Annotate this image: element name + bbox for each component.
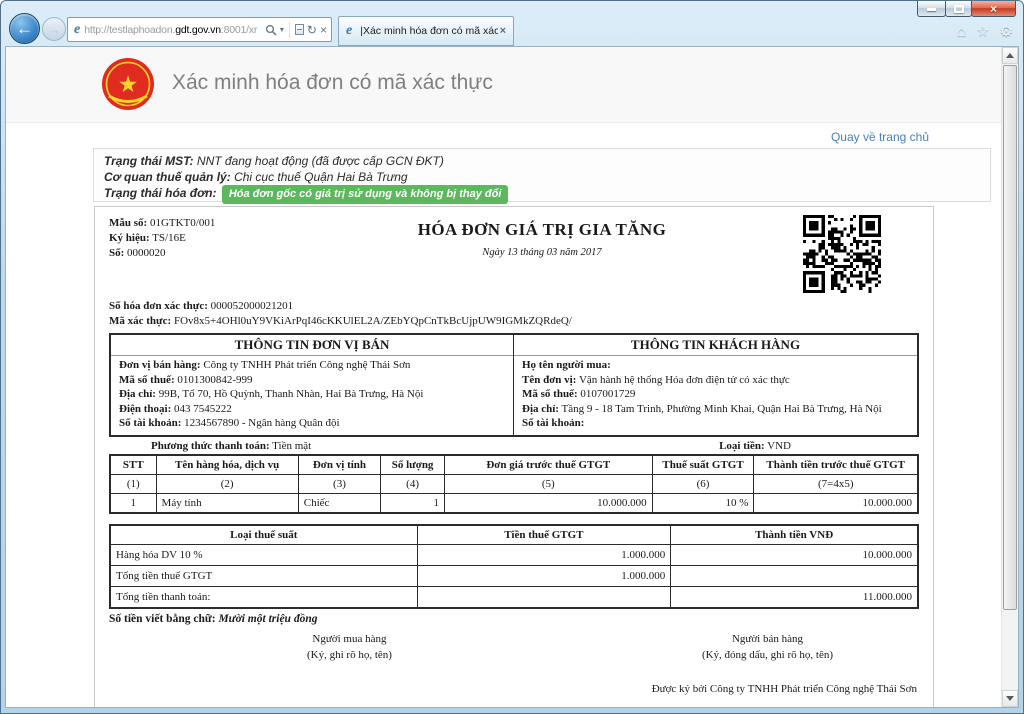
invoice-document: Mẫu số: 01GTKT0/001 Ký hiệu: TS/16E Số: …: [94, 206, 934, 708]
seller-row: Điện thoại: 043 7545222: [119, 402, 505, 417]
back-button[interactable]: ←: [9, 13, 40, 44]
invoice-status-badge: Hóa đơn gốc có giá trị sử dụng và không …: [222, 185, 509, 204]
scroll-up-icon: [1006, 53, 1014, 58]
amount-in-words: Số tiền viết bằng chữ: Mười một triệu đồ…: [109, 613, 919, 625]
divider: [289, 22, 290, 38]
scroll-down-button[interactable]: [1002, 690, 1018, 707]
seller-row: Số tài khoản: 1234567890 - Ngân hàng Quâ…: [119, 416, 505, 431]
items-index-row: (1)(2)(3)(4)(5)(6)(7=4x5): [110, 474, 918, 493]
tax-header-row: Loại thuế suấtTiền thuế GTGTThành tiền V…: [110, 525, 918, 545]
buyer-heading: THÔNG TIN KHÁCH HÀNG: [514, 335, 917, 356]
item-row: 1Máy tínhChiếc110.000.00010 %10.000.000: [110, 493, 918, 513]
maximize-icon: [954, 5, 964, 13]
status-line-invoice: Trạng thái hóa đơn: Hóa đơn gốc có giá t…: [104, 185, 980, 204]
home-page-link[interactable]: Quay về trang chủ: [831, 130, 929, 144]
digital-signature-note: Được ký bởi Công ty TNHH Phát triển Công…: [109, 683, 919, 695]
maximize-button[interactable]: [945, 1, 972, 17]
tab-title: |Xác minh hóa đơn có mã xác...: [360, 25, 497, 37]
url-text[interactable]: http://testlaphoadon.gdt.gov.vn:8001/xr: [84, 24, 265, 36]
tab-favicon-icon: e: [346, 24, 352, 38]
currency: Loại tiền: VND: [719, 440, 791, 452]
status-line-agency: Cơ quan thuế quản lý: Chi cục thuế Quận …: [104, 169, 980, 185]
tax-summary-table: Loại thuế suấtTiền thuế GTGTThành tiền V…: [109, 524, 919, 609]
forward-button[interactable]: →: [42, 17, 66, 41]
tax-row: Tổng tiền thuế GTGT1.000.000: [110, 565, 918, 586]
buyer-row: Địa chỉ: Tầng 9 - 18 Tam Trinh, Phường M…: [522, 402, 909, 417]
tax-total-row: Tổng tiền thanh toán:11.000.000: [110, 586, 918, 608]
buyer-row: Số tài khoản:: [522, 416, 909, 431]
search-icon[interactable]: [265, 24, 277, 36]
auth-invoice-number: Số hóa đơn xác thực: 000052000021201: [109, 299, 919, 314]
close-icon: ×: [990, 3, 997, 15]
payment-method: Phương thức thanh toán: Tiền mặt: [151, 440, 311, 452]
auth-code: Mã xác thực: FOv8x5+4OHl0uY9VKiArPqI46cK…: [109, 314, 919, 329]
seller-signature-block: Người bán hàng (Ký, đóng dấu, ghi rõ họ,…: [702, 631, 833, 663]
seller-row: Mã số thuế: 0101300842-999: [119, 373, 505, 388]
stop-icon[interactable]: ×: [320, 24, 327, 36]
invoice-date: Ngày 13 tháng 03 năm 2017: [281, 247, 803, 258]
seller-heading: THÔNG TIN ĐƠN VỊ BÁN: [111, 335, 513, 356]
verification-status-box: Trạng thái MST: NNT đang hoạt động (đã đ…: [93, 148, 991, 202]
page-title: Xác minh hóa đơn có mã xác thực: [172, 71, 493, 95]
scroll-down-icon: [1006, 696, 1014, 701]
svg-text:★: ★: [118, 72, 139, 98]
scrollbar-thumb[interactable]: [1003, 65, 1017, 610]
seller-info-panel: THÔNG TIN ĐƠN VỊ BÁN Đơn vị bán hàng: Cô…: [111, 335, 514, 435]
status-line-mst: Trạng thái MST: NNT đang hoạt động (đã đ…: [104, 153, 980, 169]
browser-window: × → ← e http://testlaphoadon.gdt.gov.vn:…: [0, 0, 1024, 714]
site-header: ★ Xác minh hóa đơn có mã xác thực: [6, 47, 1001, 123]
vertical-scrollbar[interactable]: [1001, 47, 1018, 707]
invoice-meta: Mẫu số: 01GTKT0/001 Ký hiệu: TS/16E Số: …: [109, 212, 281, 297]
items-header-row: STTTên hàng hóa, dịch vụĐơn vị tínhSố lư…: [110, 455, 918, 475]
scroll-up-button[interactable]: [1002, 47, 1018, 64]
close-button[interactable]: ×: [971, 1, 1016, 17]
back-arrow-icon: ←: [16, 19, 33, 39]
tax-department-emblem: ★: [101, 57, 155, 111]
favorites-star-icon[interactable]: ☆: [976, 24, 989, 39]
minimize-button[interactable]: [917, 1, 946, 17]
footer-notes: (Cần kiểm tra, đối chiếu khi lập, giao, …: [109, 705, 919, 708]
invoice-title: HÓA ĐƠN GIÁ TRỊ GIA TĂNG: [281, 220, 803, 240]
line-items-table: STTTên hàng hóa, dịch vụĐơn vị tínhSố lư…: [109, 454, 919, 514]
buyer-signature-block: Người mua hàng (Ký, ghi rõ họ, tên): [307, 631, 392, 663]
address-bar[interactable]: e http://testlaphoadon.gdt.gov.vn:8001/x…: [67, 17, 332, 42]
qr-code: [803, 214, 881, 294]
compatibility-view-icon[interactable]: [295, 24, 304, 35]
ie-logo-icon: e: [74, 23, 80, 37]
browser-tab[interactable]: e |Xác minh hóa đơn có mã xác... ×: [338, 16, 514, 46]
home-icon[interactable]: ⌂: [957, 24, 966, 39]
window-controls: ×: [918, 1, 1016, 17]
tax-row: Hàng hóa DV 10 %1.000.00010.000.000: [110, 544, 918, 565]
minimize-icon: [927, 8, 936, 11]
buyer-info-panel: THÔNG TIN KHÁCH HÀNG Họ tên người mua: T…: [514, 335, 917, 435]
refresh-icon[interactable]: ↻: [307, 24, 317, 36]
settings-gear-icon[interactable]: ⚙: [1000, 24, 1013, 39]
seller-row: Đơn vị bán hàng: Công ty TNHH Phát triển…: [119, 358, 505, 373]
autocomplete-dropdown-icon[interactable]: ▾: [280, 25, 284, 34]
buyer-row: Mã số thuế: 0107001729: [522, 387, 909, 402]
page-viewport: ★ Xác minh hóa đơn có mã xác thực Quay v…: [5, 46, 1019, 708]
buyer-row: Tên đơn vị: Vận hành hệ thống Hóa đơn đi…: [522, 373, 909, 388]
tab-close-icon[interactable]: ×: [498, 25, 508, 37]
buyer-row: Họ tên người mua:: [522, 358, 909, 373]
forward-arrow-icon: →: [48, 22, 61, 37]
seller-row: Địa chỉ: 99B, Tổ 70, Hồ Quỳnh, Thanh Nhà…: [119, 387, 505, 402]
